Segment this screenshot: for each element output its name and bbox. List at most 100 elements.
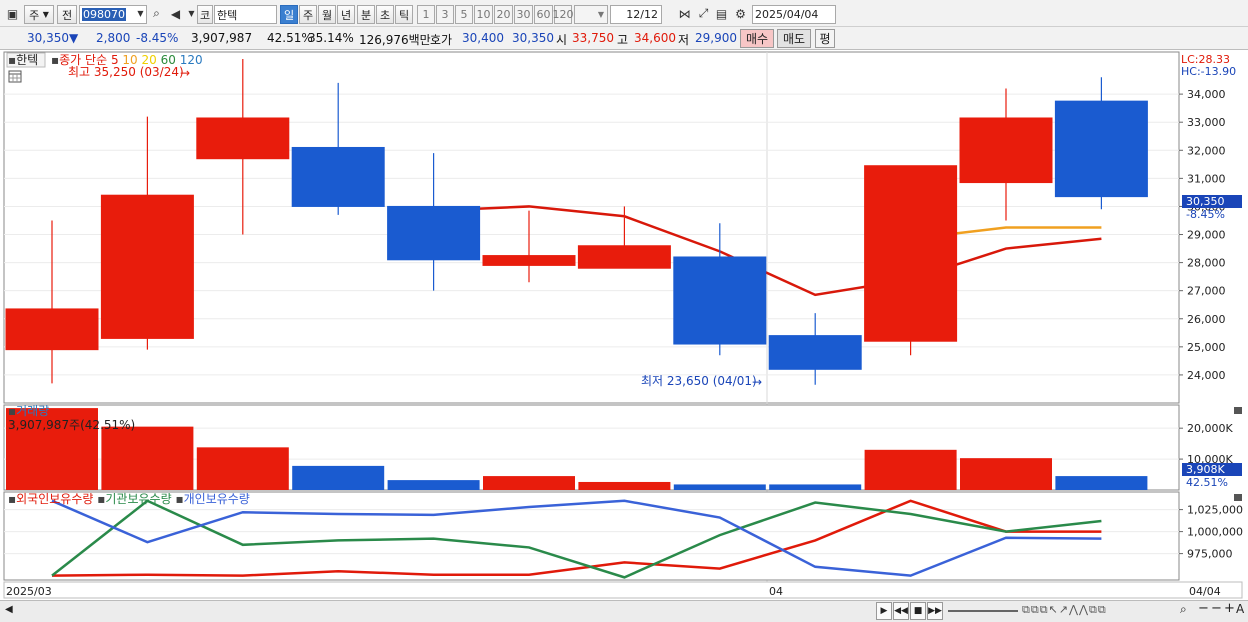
volume-flag-text: 3,908K: [1186, 463, 1225, 476]
interval-60-button[interactable]: 60: [534, 5, 553, 24]
price-tick-label: 27,000: [1187, 285, 1226, 298]
save-icon[interactable]: ▤: [713, 5, 730, 22]
change-percent: -8.45%: [136, 31, 179, 45]
minimize-icon[interactable]: −: [1211, 601, 1222, 616]
interval-3-button[interactable]: 3: [436, 5, 454, 24]
buy-button[interactable]: 매수: [740, 29, 774, 48]
holdings-tick-label: 1,025,000: [1187, 504, 1243, 517]
stock-name-tag: ▪한텍: [8, 53, 38, 67]
period-second-button[interactable]: 초: [376, 5, 394, 24]
custom-interval-select[interactable]: ▼: [574, 5, 608, 24]
current-price: 30,350▼: [27, 31, 79, 45]
holdings-tick-label: 975,000: [1187, 548, 1233, 561]
candle-body: [1054, 100, 1148, 198]
candle-body: [100, 194, 194, 339]
period-tick-button[interactable]: 틱: [395, 5, 413, 24]
zoom-in-icon[interactable]: +: [1224, 601, 1235, 616]
volume-bar: [578, 481, 671, 490]
rewind-icon[interactable]: ◀◀: [893, 602, 909, 620]
high-marker-text: 최고 35,250 (03/24): [68, 65, 184, 79]
interval-10-button[interactable]: 10: [474, 5, 493, 24]
volume-value: 3,907,987: [191, 31, 253, 45]
kosdaq-button[interactable]: 코: [197, 5, 213, 24]
forward-icon[interactable]: ▶▶: [927, 602, 943, 620]
candle-body: [959, 117, 1053, 184]
candle-body: [864, 165, 958, 342]
volume-axis: 10,000K20,000K: [1179, 422, 1233, 466]
volume-bar: [483, 476, 575, 490]
quote-bar: 30,350▼ 2,800 -8.45% 3,907,987 42.51% 35…: [0, 27, 1248, 50]
count-field[interactable]: 12/12: [610, 5, 662, 24]
holdings-tick-label: 1,000,000: [1187, 526, 1243, 539]
code-dropdown-icon[interactable]: ▼: [132, 5, 149, 22]
turnover-value: 35.14%: [308, 31, 354, 45]
period-month-button[interactable]: 월: [318, 5, 336, 24]
low-value: 29,900: [695, 31, 737, 45]
price-tick-label: 24,000: [1187, 369, 1226, 382]
speaker-icon[interactable]: ◀: [167, 5, 184, 22]
interval-20-button[interactable]: 20: [494, 5, 513, 24]
candle-body: [5, 308, 99, 351]
price-axis: 24,00025,00026,00027,00028,00029,00030,0…: [1179, 88, 1226, 382]
date-field[interactable]: 2025/04/04: [752, 5, 836, 24]
panel-close-icon[interactable]: [1234, 407, 1242, 414]
high-value: 34,600: [634, 31, 676, 45]
bid-price: 30,350: [512, 31, 554, 45]
volume-ratio: 42.51%: [267, 31, 313, 45]
volume-title: ▪거래량: [8, 404, 49, 418]
window-menu-icon[interactable]: ▣: [4, 5, 21, 22]
link-icon[interactable]: ⋈: [676, 5, 693, 22]
sell-button[interactable]: 매도: [777, 29, 811, 48]
volume-bar: [1055, 476, 1148, 490]
market-select[interactable]: 주 ▼: [24, 5, 54, 24]
draw-icon[interactable]: ⤢: [695, 5, 712, 22]
count-value: 12: [626, 8, 641, 21]
zoom-out-icon[interactable]: −: [1198, 601, 1209, 616]
volume-bar: [387, 480, 480, 490]
stock-name-field[interactable]: 한텍: [214, 5, 277, 24]
chevron-down-icon: ▼: [42, 10, 49, 19]
zoom-slider[interactable]: [948, 610, 1018, 612]
chart-canvas[interactable]: 24,00025,00026,00027,00028,00029,00030,0…: [0, 50, 1248, 600]
interval-1-button[interactable]: 1: [417, 5, 435, 24]
candle-body: [196, 117, 290, 160]
market-label: 주: [29, 8, 40, 22]
drawing-tools-icon[interactable]: ⧉⧉⧉↖↗⋀⋀⧉⧉: [1022, 603, 1107, 617]
current-price-flag-text: 30,350: [1186, 195, 1225, 208]
open-value: 33,750: [572, 31, 614, 45]
stop-icon[interactable]: ■: [910, 602, 926, 620]
volume-bar: [101, 426, 194, 490]
price-tick-label: 29,000: [1187, 229, 1226, 242]
calendar-icon[interactable]: [8, 70, 22, 83]
interval-30-button[interactable]: 30: [514, 5, 533, 24]
change-value: 2,800: [96, 31, 131, 45]
scroll-left-icon[interactable]: ◀: [5, 604, 13, 615]
price-tick-label: 26,000: [1187, 313, 1226, 326]
prev-button[interactable]: 전: [57, 5, 77, 24]
search-icon[interactable]: ⌕: [148, 5, 165, 22]
panel-close-icon[interactable]: [1234, 494, 1242, 501]
font-size-icon[interactable]: A: [1236, 602, 1244, 616]
bottom-scrollbar[interactable]: ◀ ▶ ◀◀ ■ ▶▶ ⧉⧉⧉↖↗⋀⋀⧉⧉ ⌕ − − + A: [0, 600, 1248, 622]
open-label: 시: [556, 33, 568, 47]
period-week-button[interactable]: 주: [299, 5, 317, 24]
low-marker-text: 최저 23,650 (04/01): [641, 374, 757, 388]
date-axis-end: 04/04: [1189, 585, 1221, 598]
period-year-button[interactable]: 년: [337, 5, 355, 24]
volume-current-text: 3,907,987주(42.51%): [8, 418, 135, 432]
interval-5-button[interactable]: 5: [455, 5, 473, 24]
gear-icon[interactable]: ⚙: [732, 5, 749, 22]
code-value: 098070: [82, 8, 126, 21]
date-axis-strip: [3, 581, 1243, 599]
ask-price: 30,400: [462, 31, 504, 45]
zoom-icon[interactable]: ⌕: [1180, 602, 1187, 617]
interval-120-button[interactable]: 120: [553, 5, 574, 24]
chart-area[interactable]: 24,00025,00026,00027,00028,00029,00030,0…: [0, 50, 1248, 600]
play-icon[interactable]: ▶: [876, 602, 892, 620]
period-minute-button[interactable]: 분: [357, 5, 375, 24]
candle-body: [482, 255, 576, 266]
hc-label: HC:-13.90: [1181, 65, 1236, 78]
price-tick-label: 34,000: [1187, 88, 1226, 101]
evaluate-button[interactable]: 평: [815, 29, 835, 48]
period-day-button[interactable]: 일: [280, 5, 298, 24]
